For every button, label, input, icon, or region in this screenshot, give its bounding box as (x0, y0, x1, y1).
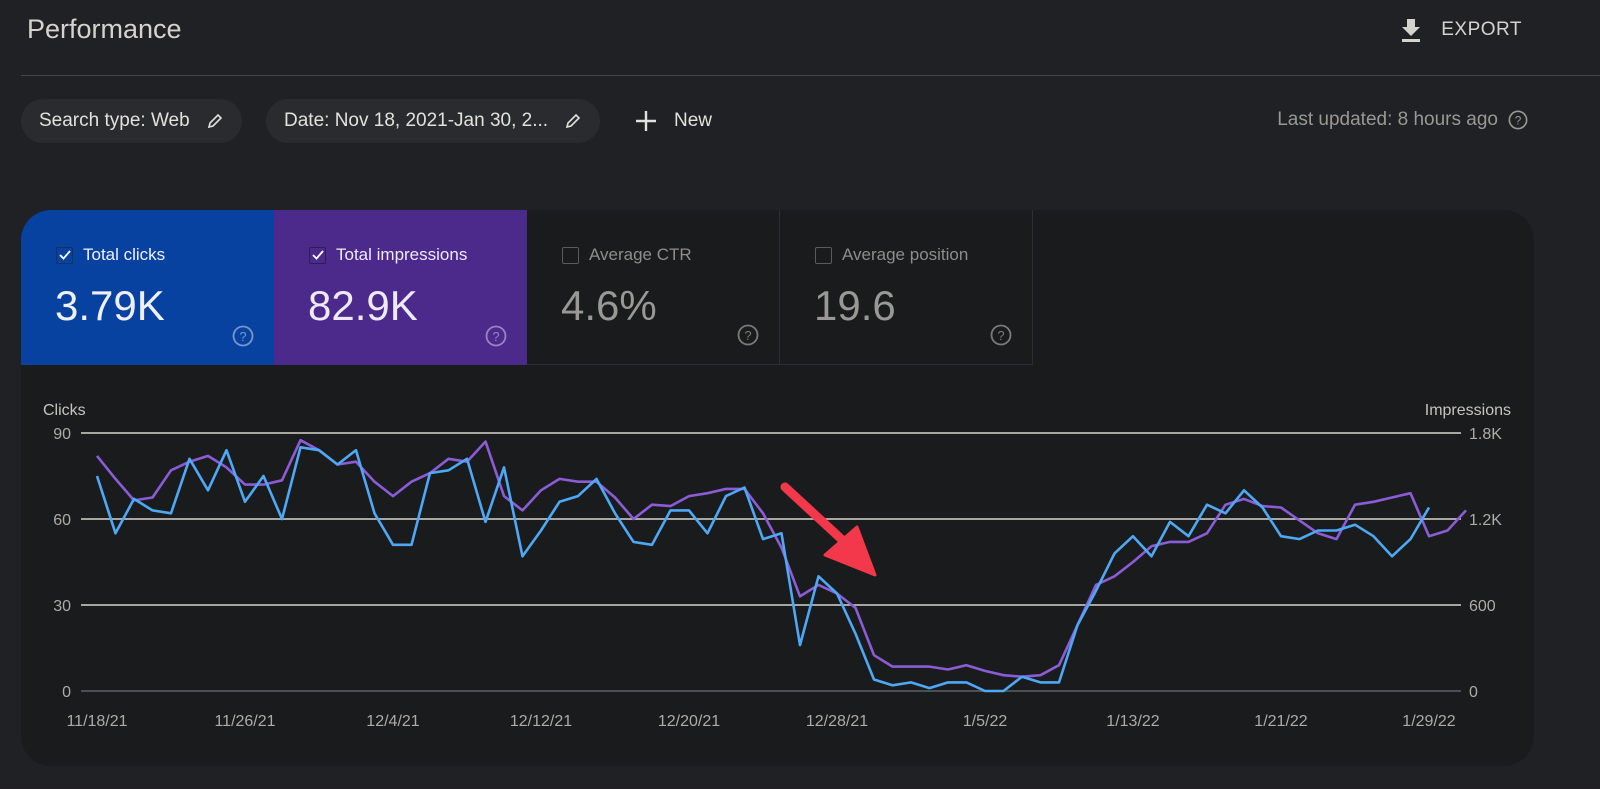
y-left-axis-title: Clicks (43, 402, 86, 419)
x-tick-label: 12/4/21 (366, 713, 419, 730)
x-tick-label: 12/28/21 (806, 713, 868, 730)
new-label: New (674, 110, 713, 131)
edit-pencil-icon (565, 113, 581, 129)
series-line-impressions (95, 438, 1467, 679)
x-tick-label: 12/20/21 (658, 713, 720, 730)
search-type-filter[interactable]: Search type: Web (21, 99, 242, 143)
y-left-tick-label: 30 (53, 598, 71, 615)
performance-panel: Total clicks 3.79K ? Total impressions 8… (21, 210, 1534, 766)
series-line-clicks (95, 446, 1431, 693)
x-tick-label: 1/29/22 (1402, 713, 1455, 730)
page-title: Performance (27, 14, 182, 44)
y-right-tick-label: 1.8K (1469, 426, 1502, 443)
svg-text:?: ? (1515, 114, 1522, 128)
date-filter-label: Date: Nov 18, 2021-Jan 30, 2... (284, 110, 549, 131)
annotation-arrow (780, 482, 877, 577)
x-tick-label: 1/5/22 (963, 713, 1008, 730)
x-tick-label: 12/12/21 (510, 713, 572, 730)
new-filter-button[interactable]: New (634, 104, 712, 138)
y-right-tick-label: 1.2K (1469, 512, 1502, 529)
y-left-tick-label: 60 (53, 512, 71, 529)
export-label: EXPORT (1441, 19, 1522, 40)
export-button[interactable]: EXPORT (1399, 17, 1522, 43)
x-tick-label: 1/21/22 (1254, 713, 1307, 730)
header-divider (21, 75, 1600, 76)
y-right-tick-label: 0 (1469, 684, 1478, 701)
performance-chart: Clicks Impressions 0 0 30 600 60 1.2K 90 1.8K 1… (43, 402, 1511, 730)
x-tick-label: 11/26/21 (214, 713, 275, 730)
y-left-tick-label: 90 (53, 426, 71, 443)
help-icon[interactable]: ? (1508, 110, 1528, 130)
date-filter[interactable]: Date: Nov 18, 2021-Jan 30, 2... (266, 99, 601, 143)
last-updated: Last updated: 8 hours ago ? (1277, 109, 1528, 131)
x-tick-label: 11/18/21 (66, 713, 127, 730)
y-right-axis-title: Impressions (1425, 402, 1511, 419)
y-right-tick-label: 600 (1469, 598, 1496, 615)
y-left-tick-label: 0 (62, 684, 71, 701)
edit-pencil-icon (207, 113, 222, 129)
last-updated-text: Last updated: 8 hours ago (1277, 109, 1498, 130)
search-type-label: Search type: Web (39, 110, 190, 131)
plus-icon (636, 111, 656, 131)
x-tick-label: 1/13/22 (1106, 713, 1159, 730)
download-icon (1402, 19, 1421, 42)
